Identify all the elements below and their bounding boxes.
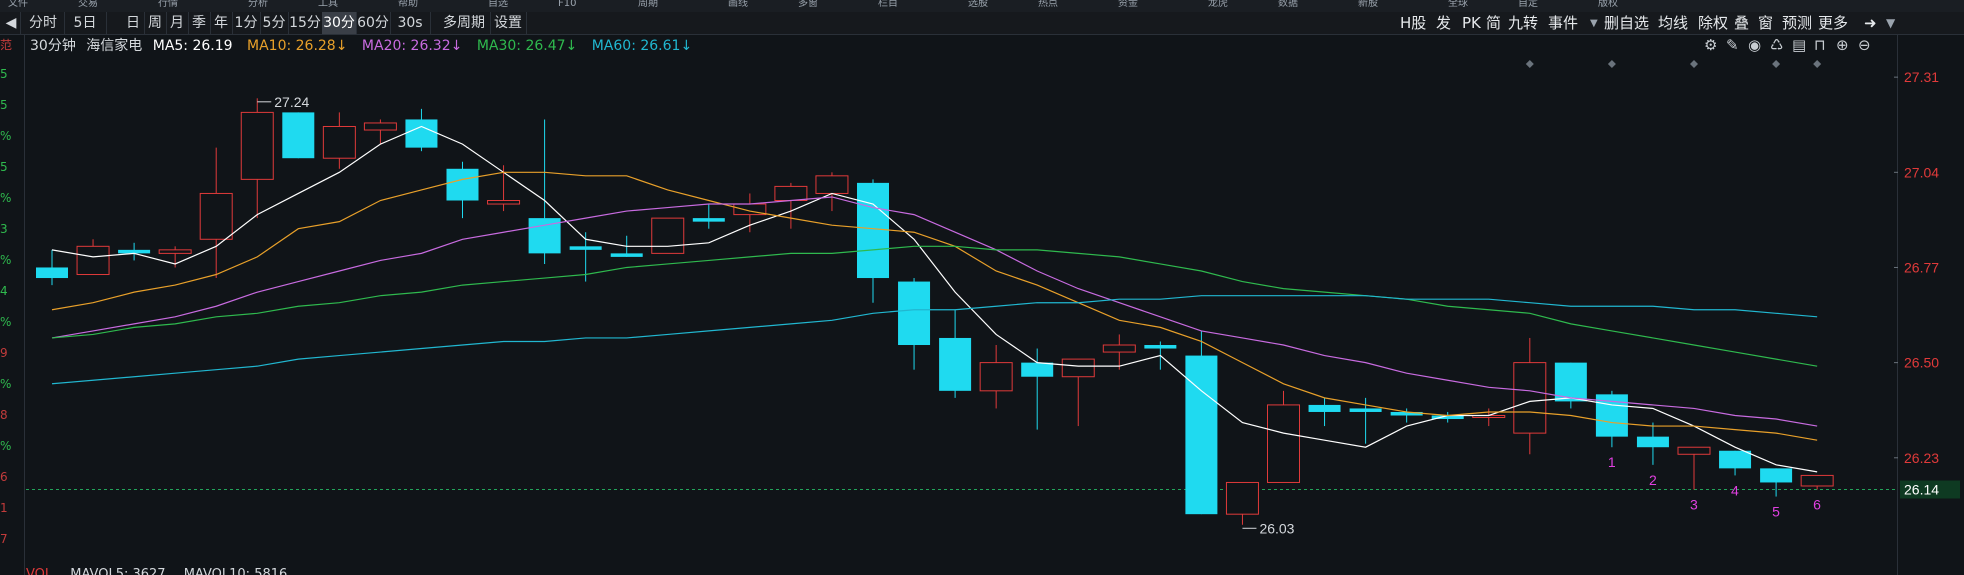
candle-body <box>815 175 849 194</box>
mavol10-label: MAVOL10: 5816 <box>183 567 288 575</box>
candle-body <box>857 182 889 279</box>
candle-body <box>1349 408 1382 412</box>
candle-body <box>1144 345 1177 349</box>
candle-body <box>282 112 315 159</box>
candle-body <box>1185 355 1218 515</box>
ma-line-ma5 <box>51 125 1818 473</box>
annotation-label: 27.24 <box>274 94 309 110</box>
candle-body <box>610 253 643 257</box>
candle-body <box>405 119 438 148</box>
candle-body <box>774 185 808 202</box>
volume-strip: VOL MAVOL5: 3627 MAVOL10: 5816 <box>26 564 301 575</box>
candle-body <box>569 246 602 250</box>
candle-body <box>158 249 192 254</box>
volume-prefix: VOL <box>26 567 53 575</box>
candle-body <box>240 111 274 180</box>
y-tick-label: 26.77 <box>1904 259 1939 275</box>
candle-body <box>36 267 68 279</box>
candle-body <box>363 122 397 131</box>
sequence-marker: 2 <box>1649 472 1657 488</box>
event-diamond <box>1525 60 1534 68</box>
sequence-marker: 1 <box>1608 454 1616 470</box>
candle-body <box>1021 362 1054 377</box>
candle-body <box>487 200 521 205</box>
ma-line-ma30 <box>51 245 1818 367</box>
last-price-label: 26.14 <box>1904 482 1939 498</box>
candlestick-chart: 27.31 27.04 26.77 26.50 26.23 26.14 27.24 26.03… <box>26 60 1960 536</box>
sequence-marker: 4 <box>1731 482 1739 498</box>
candle-body <box>1513 362 1547 434</box>
event-diamond <box>1607 60 1616 68</box>
y-tick-label: 27.04 <box>1904 164 1939 180</box>
candle-body <box>1225 481 1259 515</box>
candle-body <box>979 362 1013 392</box>
sequence-marker: 3 <box>1690 497 1698 513</box>
sequence-marker: 5 <box>1772 504 1780 520</box>
candle-body <box>1267 404 1300 483</box>
candle-body <box>898 281 931 346</box>
candle-body <box>1308 404 1341 412</box>
y-tick-label: 26.23 <box>1904 450 1939 466</box>
candle-body <box>651 217 685 254</box>
candle-body <box>1677 446 1711 455</box>
sequence-marker: 6 <box>1813 497 1821 513</box>
candle-body <box>322 125 356 159</box>
candle-body <box>1636 436 1669 448</box>
candle-body <box>692 218 725 222</box>
mavol5-label: MAVOL5: 3627 <box>70 567 166 575</box>
candle-body <box>1760 468 1793 483</box>
event-diamond <box>1813 60 1822 68</box>
candle-body <box>1719 450 1752 469</box>
annotation-label: 26.03 <box>1259 520 1294 536</box>
event-diamond <box>1690 60 1698 68</box>
candle-body <box>1800 474 1834 487</box>
y-tick-label: 26.50 <box>1904 355 1939 371</box>
candle-body <box>1061 358 1095 378</box>
ma-line-ma60 <box>51 295 1818 385</box>
event-diamond <box>1772 60 1781 68</box>
candle-body <box>1102 344 1136 353</box>
ma-line-ma20 <box>51 196 1818 427</box>
y-tick-label: 27.31 <box>1904 69 1939 85</box>
candle-body <box>76 245 110 276</box>
candle-body <box>199 192 233 240</box>
candle-body <box>939 337 972 391</box>
candle-body <box>446 168 479 201</box>
